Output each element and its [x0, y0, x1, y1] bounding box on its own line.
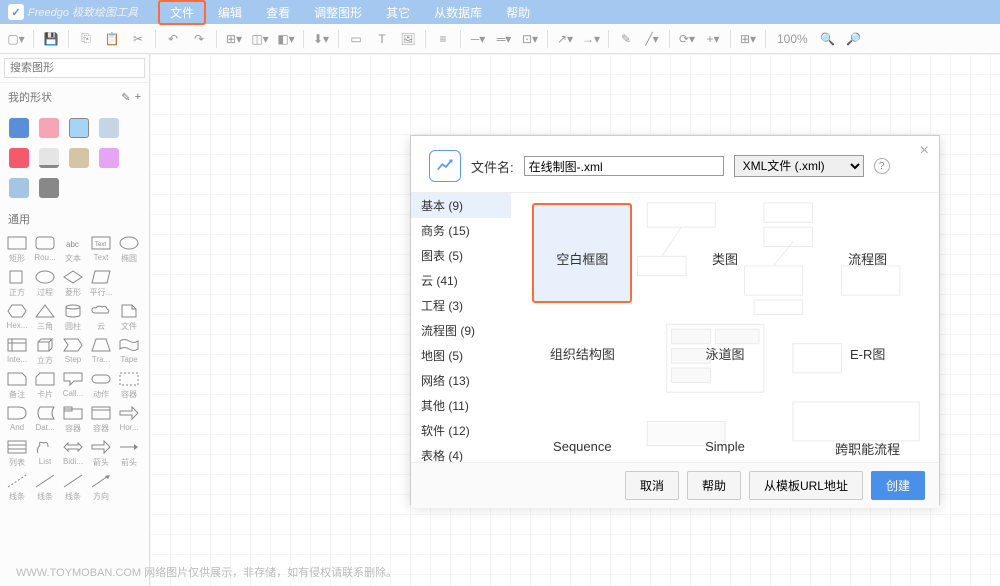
template-swimlane[interactable]: 泳道图 — [664, 298, 787, 363]
dialog-header: 文件名: XML文件 (.xml) ? — [411, 136, 939, 192]
dialog-footer: 取消 帮助 从模板URL地址 创建 — [411, 462, 939, 508]
help-button[interactable]: 帮助 — [687, 471, 741, 500]
category-chart[interactable]: 图表 (5) — [411, 243, 511, 268]
cancel-button[interactable]: 取消 — [625, 471, 679, 500]
template-er[interactable]: E-R图 — [806, 298, 929, 363]
category-other[interactable]: 其他 (11) — [411, 393, 511, 418]
template-grid: 空白框图 类图 流程图 组织结构图 — [521, 203, 929, 458]
category-map[interactable]: 地图 (5) — [411, 343, 511, 368]
template-simple[interactable]: Simple — [664, 393, 787, 458]
filename-input[interactable] — [524, 156, 724, 176]
template-blank[interactable]: 空白框图 — [521, 203, 644, 268]
filename-label: 文件名: — [471, 157, 514, 176]
category-list: 基本 (9) 商务 (15) 图表 (5) 云 (41) 工程 (3) 流程图 … — [411, 193, 511, 462]
template-org[interactable]: 组织结构图 — [521, 298, 644, 363]
filetype-select[interactable]: XML文件 (.xml) — [734, 155, 864, 177]
category-software[interactable]: 软件 (12) — [411, 418, 511, 443]
template-crossfunctional[interactable]: 跨职能流程 — [806, 393, 929, 458]
help-icon[interactable]: ? — [874, 158, 890, 174]
category-table[interactable]: 表格 (4) — [411, 443, 511, 462]
template-area: 空白框图 类图 流程图 组织结构图 — [511, 193, 939, 462]
dialog-body: 基本 (9) 商务 (15) 图表 (5) 云 (41) 工程 (3) 流程图 … — [411, 192, 939, 462]
from-url-button[interactable]: 从模板URL地址 — [749, 471, 863, 500]
category-network[interactable]: 网络 (13) — [411, 368, 511, 393]
dialog-overlay: × 文件名: XML文件 (.xml) ? 基本 (9) 商务 (15) 图表 … — [0, 0, 1000, 586]
template-sequence[interactable]: Sequence — [521, 393, 644, 458]
category-flowchart[interactable]: 流程图 (9) — [411, 318, 511, 343]
close-icon[interactable]: × — [920, 142, 929, 160]
category-business[interactable]: 商务 (15) — [411, 218, 511, 243]
new-file-dialog: × 文件名: XML文件 (.xml) ? 基本 (9) 商务 (15) 图表 … — [410, 135, 940, 505]
create-button[interactable]: 创建 — [871, 471, 925, 500]
chart-icon — [429, 150, 461, 182]
category-basic[interactable]: 基本 (9) — [411, 193, 511, 218]
template-class[interactable]: 类图 — [664, 203, 787, 268]
template-flowchart[interactable]: 流程图 — [806, 203, 929, 268]
category-cloud[interactable]: 云 (41) — [411, 268, 511, 293]
watermark-text: WWW.TOYMOBAN.COM 网络图片仅供展示，非存储，如有侵权请联系删除。 — [16, 564, 397, 580]
category-engineering[interactable]: 工程 (3) — [411, 293, 511, 318]
